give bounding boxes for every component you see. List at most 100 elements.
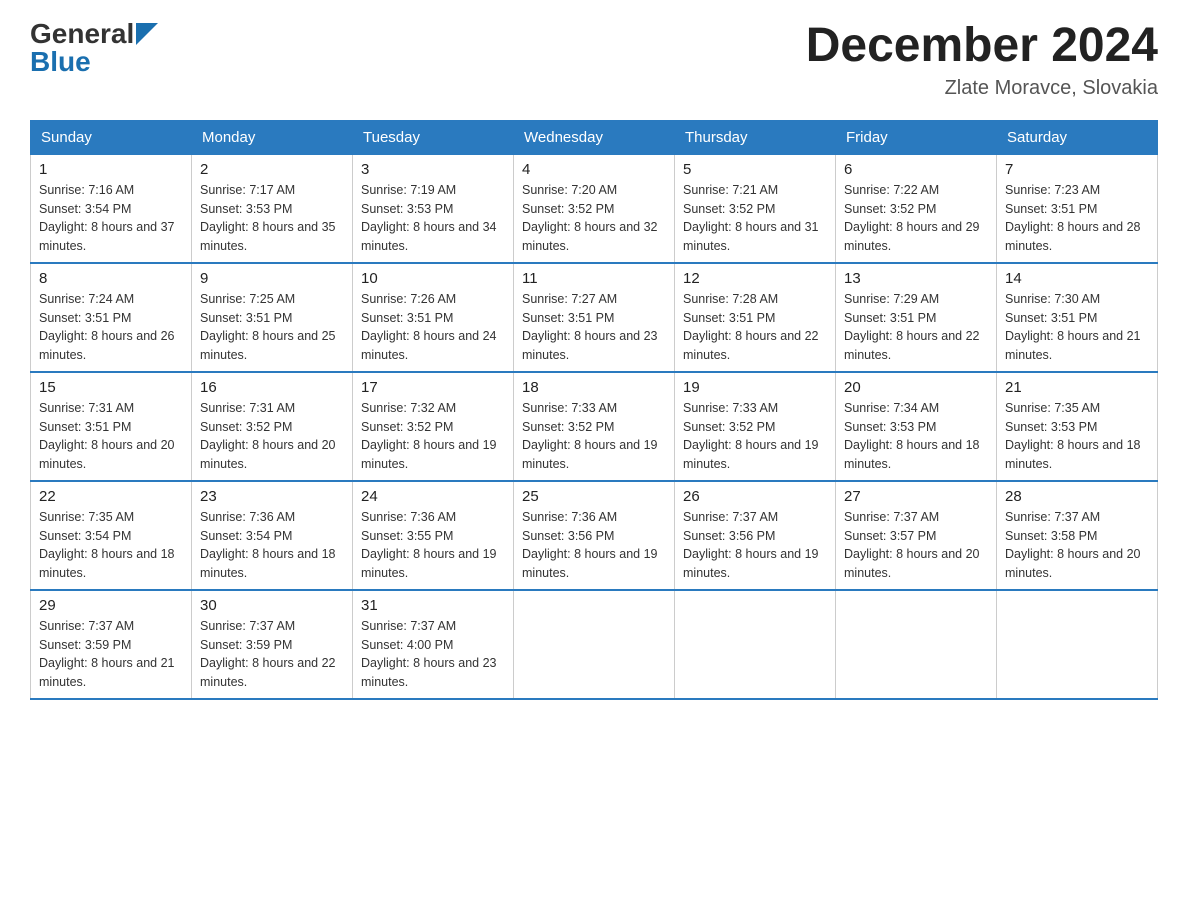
day-info: Sunrise: 7:22 AMSunset: 3:52 PMDaylight:… — [844, 183, 980, 253]
day-number: 22 — [39, 488, 183, 505]
calendar-cell — [836, 590, 997, 699]
day-info: Sunrise: 7:37 AMSunset: 4:00 PMDaylight:… — [361, 619, 497, 689]
day-number: 30 — [200, 597, 344, 614]
calendar-cell: 3 Sunrise: 7:19 AMSunset: 3:53 PMDayligh… — [353, 154, 514, 263]
day-number: 18 — [522, 379, 666, 396]
calendar-cell: 17 Sunrise: 7:32 AMSunset: 3:52 PMDaylig… — [353, 372, 514, 481]
day-number: 8 — [39, 270, 183, 287]
day-number: 6 — [844, 161, 988, 178]
day-info: Sunrise: 7:35 AMSunset: 3:54 PMDaylight:… — [39, 510, 175, 580]
header-friday: Friday — [836, 120, 997, 154]
calendar-cell: 23 Sunrise: 7:36 AMSunset: 3:54 PMDaylig… — [192, 481, 353, 590]
logo: General Blue — [30, 20, 158, 76]
day-number: 10 — [361, 270, 505, 287]
day-info: Sunrise: 7:25 AMSunset: 3:51 PMDaylight:… — [200, 292, 336, 362]
day-info: Sunrise: 7:27 AMSunset: 3:51 PMDaylight:… — [522, 292, 658, 362]
calendar-cell: 5 Sunrise: 7:21 AMSunset: 3:52 PMDayligh… — [675, 154, 836, 263]
day-info: Sunrise: 7:37 AMSunset: 3:59 PMDaylight:… — [200, 619, 336, 689]
day-info: Sunrise: 7:36 AMSunset: 3:55 PMDaylight:… — [361, 510, 497, 580]
calendar-header-row: Sunday Monday Tuesday Wednesday Thursday… — [31, 120, 1158, 154]
header-monday: Monday — [192, 120, 353, 154]
calendar-cell: 4 Sunrise: 7:20 AMSunset: 3:52 PMDayligh… — [514, 154, 675, 263]
day-number: 20 — [844, 379, 988, 396]
calendar-cell: 27 Sunrise: 7:37 AMSunset: 3:57 PMDaylig… — [836, 481, 997, 590]
header-saturday: Saturday — [997, 120, 1158, 154]
calendar-week-5: 29 Sunrise: 7:37 AMSunset: 3:59 PMDaylig… — [31, 590, 1158, 699]
day-info: Sunrise: 7:32 AMSunset: 3:52 PMDaylight:… — [361, 401, 497, 471]
day-number: 27 — [844, 488, 988, 505]
calendar-cell: 28 Sunrise: 7:37 AMSunset: 3:58 PMDaylig… — [997, 481, 1158, 590]
day-info: Sunrise: 7:34 AMSunset: 3:53 PMDaylight:… — [844, 401, 980, 471]
calendar-cell: 12 Sunrise: 7:28 AMSunset: 3:51 PMDaylig… — [675, 263, 836, 372]
calendar-cell: 9 Sunrise: 7:25 AMSunset: 3:51 PMDayligh… — [192, 263, 353, 372]
day-number: 2 — [200, 161, 344, 178]
calendar-cell: 18 Sunrise: 7:33 AMSunset: 3:52 PMDaylig… — [514, 372, 675, 481]
day-info: Sunrise: 7:33 AMSunset: 3:52 PMDaylight:… — [683, 401, 819, 471]
header-sunday: Sunday — [31, 120, 192, 154]
day-info: Sunrise: 7:36 AMSunset: 3:54 PMDaylight:… — [200, 510, 336, 580]
calendar-cell: 19 Sunrise: 7:33 AMSunset: 3:52 PMDaylig… — [675, 372, 836, 481]
location: Zlate Moravce, Slovakia — [806, 77, 1158, 100]
calendar-cell: 24 Sunrise: 7:36 AMSunset: 3:55 PMDaylig… — [353, 481, 514, 590]
header-tuesday: Tuesday — [353, 120, 514, 154]
day-number: 23 — [200, 488, 344, 505]
calendar-cell: 21 Sunrise: 7:35 AMSunset: 3:53 PMDaylig… — [997, 372, 1158, 481]
header-thursday: Thursday — [675, 120, 836, 154]
day-number: 19 — [683, 379, 827, 396]
day-info: Sunrise: 7:31 AMSunset: 3:52 PMDaylight:… — [200, 401, 336, 471]
calendar-week-1: 1 Sunrise: 7:16 AMSunset: 3:54 PMDayligh… — [31, 154, 1158, 263]
day-number: 25 — [522, 488, 666, 505]
day-number: 5 — [683, 161, 827, 178]
day-number: 28 — [1005, 488, 1149, 505]
calendar-week-4: 22 Sunrise: 7:35 AMSunset: 3:54 PMDaylig… — [31, 481, 1158, 590]
calendar-cell: 22 Sunrise: 7:35 AMSunset: 3:54 PMDaylig… — [31, 481, 192, 590]
day-info: Sunrise: 7:19 AMSunset: 3:53 PMDaylight:… — [361, 183, 497, 253]
day-info: Sunrise: 7:37 AMSunset: 3:59 PMDaylight:… — [39, 619, 175, 689]
page-header: General Blue December 2024 Zlate Moravce… — [30, 20, 1158, 100]
calendar-cell — [514, 590, 675, 699]
day-info: Sunrise: 7:35 AMSunset: 3:53 PMDaylight:… — [1005, 401, 1141, 471]
day-number: 21 — [1005, 379, 1149, 396]
day-number: 24 — [361, 488, 505, 505]
day-info: Sunrise: 7:37 AMSunset: 3:58 PMDaylight:… — [1005, 510, 1141, 580]
calendar-cell: 10 Sunrise: 7:26 AMSunset: 3:51 PMDaylig… — [353, 263, 514, 372]
calendar-cell: 7 Sunrise: 7:23 AMSunset: 3:51 PMDayligh… — [997, 154, 1158, 263]
day-number: 16 — [200, 379, 344, 396]
day-number: 4 — [522, 161, 666, 178]
day-number: 12 — [683, 270, 827, 287]
day-info: Sunrise: 7:30 AMSunset: 3:51 PMDaylight:… — [1005, 292, 1141, 362]
calendar-cell: 8 Sunrise: 7:24 AMSunset: 3:51 PMDayligh… — [31, 263, 192, 372]
calendar-cell: 26 Sunrise: 7:37 AMSunset: 3:56 PMDaylig… — [675, 481, 836, 590]
calendar-cell — [997, 590, 1158, 699]
day-number: 13 — [844, 270, 988, 287]
day-info: Sunrise: 7:21 AMSunset: 3:52 PMDaylight:… — [683, 183, 819, 253]
day-info: Sunrise: 7:37 AMSunset: 3:57 PMDaylight:… — [844, 510, 980, 580]
header-wednesday: Wednesday — [514, 120, 675, 154]
calendar-cell: 11 Sunrise: 7:27 AMSunset: 3:51 PMDaylig… — [514, 263, 675, 372]
logo-blue-text: Blue — [30, 48, 91, 76]
day-info: Sunrise: 7:17 AMSunset: 3:53 PMDaylight:… — [200, 183, 336, 253]
calendar-cell: 20 Sunrise: 7:34 AMSunset: 3:53 PMDaylig… — [836, 372, 997, 481]
day-number: 14 — [1005, 270, 1149, 287]
calendar-table: Sunday Monday Tuesday Wednesday Thursday… — [30, 120, 1158, 700]
day-info: Sunrise: 7:33 AMSunset: 3:52 PMDaylight:… — [522, 401, 658, 471]
day-number: 17 — [361, 379, 505, 396]
calendar-cell — [675, 590, 836, 699]
day-info: Sunrise: 7:28 AMSunset: 3:51 PMDaylight:… — [683, 292, 819, 362]
day-number: 9 — [200, 270, 344, 287]
day-info: Sunrise: 7:20 AMSunset: 3:52 PMDaylight:… — [522, 183, 658, 253]
day-info: Sunrise: 7:29 AMSunset: 3:51 PMDaylight:… — [844, 292, 980, 362]
day-info: Sunrise: 7:16 AMSunset: 3:54 PMDaylight:… — [39, 183, 175, 253]
calendar-cell: 30 Sunrise: 7:37 AMSunset: 3:59 PMDaylig… — [192, 590, 353, 699]
calendar-cell: 29 Sunrise: 7:37 AMSunset: 3:59 PMDaylig… — [31, 590, 192, 699]
day-number: 3 — [361, 161, 505, 178]
day-number: 1 — [39, 161, 183, 178]
calendar-cell: 15 Sunrise: 7:31 AMSunset: 3:51 PMDaylig… — [31, 372, 192, 481]
day-info: Sunrise: 7:24 AMSunset: 3:51 PMDaylight:… — [39, 292, 175, 362]
day-number: 31 — [361, 597, 505, 614]
day-info: Sunrise: 7:37 AMSunset: 3:56 PMDaylight:… — [683, 510, 819, 580]
calendar-cell: 31 Sunrise: 7:37 AMSunset: 4:00 PMDaylig… — [353, 590, 514, 699]
day-info: Sunrise: 7:23 AMSunset: 3:51 PMDaylight:… — [1005, 183, 1141, 253]
month-title: December 2024 — [806, 20, 1158, 73]
calendar-cell: 16 Sunrise: 7:31 AMSunset: 3:52 PMDaylig… — [192, 372, 353, 481]
